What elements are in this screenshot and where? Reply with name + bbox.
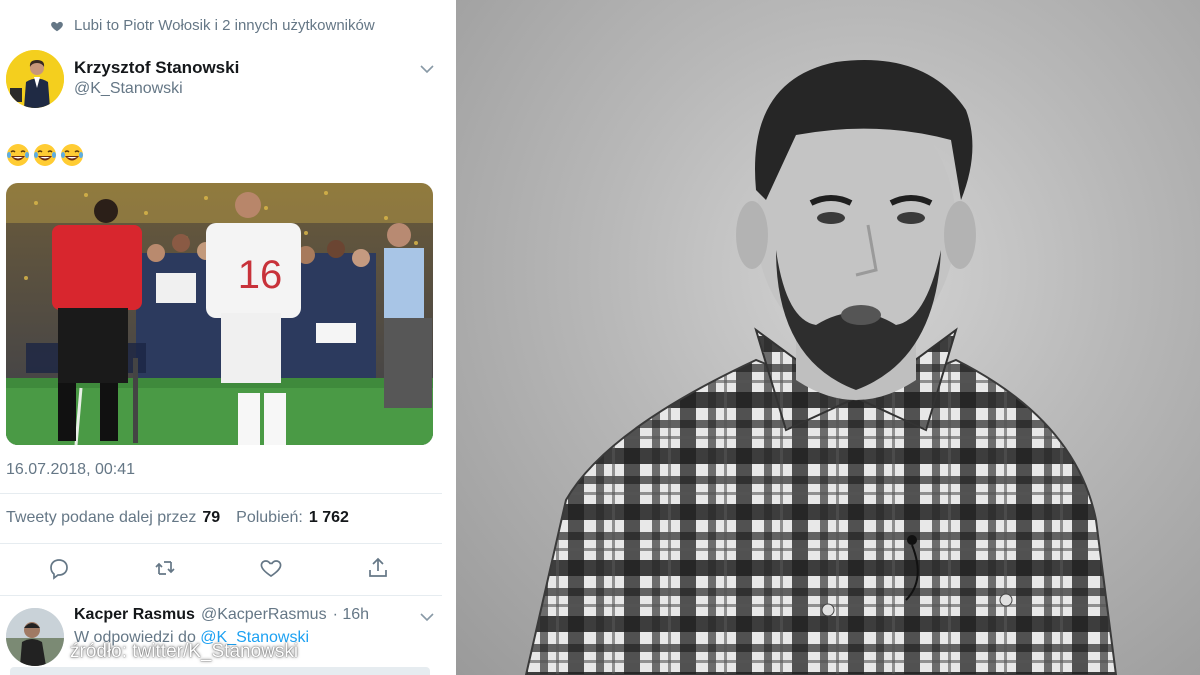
world-cup-celebration-image: 16 bbox=[6, 183, 433, 445]
reply-time: · 16h bbox=[332, 606, 370, 623]
tweet-text bbox=[6, 143, 84, 167]
tweet-panel: Lubi to Piotr Wołosik i 2 innych użytkow… bbox=[0, 0, 456, 675]
source-watermark: źródło: twitter/K_Stanowski bbox=[70, 641, 299, 662]
reply-composer-edge bbox=[10, 667, 430, 675]
author-name[interactable]: Krzysztof Stanowski bbox=[74, 58, 239, 78]
reply-author-handle[interactable]: @KacperRasmus bbox=[201, 606, 327, 624]
share-button[interactable] bbox=[366, 556, 392, 582]
divider bbox=[0, 543, 442, 544]
reply-icon bbox=[50, 559, 68, 580]
video-presenter-frame bbox=[456, 0, 1200, 675]
reply-avatar-image bbox=[6, 608, 64, 666]
like-button[interactable] bbox=[259, 556, 285, 582]
tweet-stats: Tweety podane dalej przez 79 Polubień: 1… bbox=[6, 509, 349, 527]
reply-button[interactable] bbox=[47, 556, 73, 582]
retweets-label[interactable]: Tweety podane dalej przez bbox=[6, 509, 196, 527]
tweet-actions bbox=[0, 556, 442, 582]
author-handle[interactable]: @K_Stanowski bbox=[74, 80, 183, 98]
divider bbox=[0, 595, 442, 596]
reply-header: Kacper Rasmus @KacperRasmus · 16h bbox=[74, 606, 369, 624]
tweet-media-photo[interactable]: 16 bbox=[6, 183, 433, 445]
share-icon bbox=[369, 557, 387, 577]
tweet-timestamp[interactable]: 16.07.2018, 00:41 bbox=[6, 461, 135, 479]
presenter-image bbox=[524, 60, 1118, 675]
chevron-down-icon[interactable] bbox=[420, 64, 434, 74]
likes-count[interactable]: 1 762 bbox=[309, 509, 349, 527]
laughing-tears-emoji-icon bbox=[34, 144, 56, 166]
retweet-button[interactable] bbox=[153, 556, 179, 582]
laughing-tears-emoji-icon bbox=[61, 144, 83, 166]
svg-text:16: 16 bbox=[238, 253, 283, 297]
liked-by-text: Lubi to Piotr Wołosik i 2 innych użytkow… bbox=[74, 17, 375, 34]
reply-author-name[interactable]: Kacper Rasmus bbox=[74, 606, 195, 624]
retweet-icon bbox=[155, 561, 175, 575]
reply-author-avatar[interactable] bbox=[6, 608, 64, 666]
liked-by-row[interactable]: Lubi to Piotr Wołosik i 2 innych użytkow… bbox=[50, 17, 375, 34]
laughing-tears-emoji-icon bbox=[7, 144, 29, 166]
divider bbox=[0, 493, 442, 494]
chevron-down-icon[interactable] bbox=[420, 612, 434, 622]
retweets-count[interactable]: 79 bbox=[202, 509, 220, 527]
likes-label[interactable]: Polubień: bbox=[236, 509, 303, 527]
like-icon bbox=[260, 560, 282, 577]
author-avatar[interactable] bbox=[6, 50, 64, 108]
author-avatar-image bbox=[6, 50, 64, 108]
heart-icon bbox=[51, 21, 63, 31]
